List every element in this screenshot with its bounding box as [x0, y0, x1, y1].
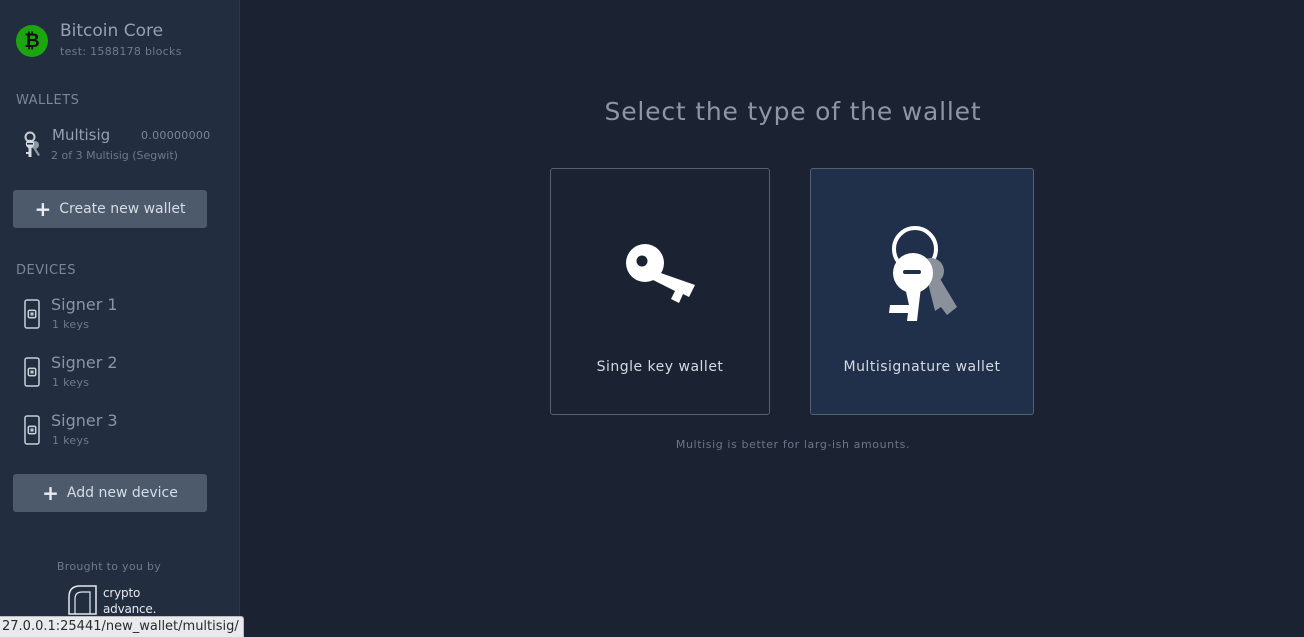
bitcoin-logo-icon: ₿ — [16, 25, 48, 57]
multiple-keys-icon — [889, 226, 957, 321]
create-new-wallet-button[interactable]: + Create new wallet — [13, 190, 207, 228]
create-new-wallet-label: Create new wallet — [59, 201, 186, 217]
device-item-signer-2[interactable]: Signer 2 1 keys — [16, 353, 216, 397]
wallet-type-hint: Multisig is better for larg-ish amounts. — [675, 438, 911, 451]
device-name: Signer 3 — [51, 411, 118, 430]
device-item-signer-3[interactable]: Signer 3 1 keys — [16, 411, 216, 455]
crypto-advance-logo[interactable]: crypto advance. — [66, 583, 156, 617]
wallet-name: Multisig — [52, 126, 111, 144]
device-keys: 1 keys — [52, 318, 90, 331]
app-title: Bitcoin Core — [60, 21, 164, 41]
multisignature-wallet-card[interactable]: Multisignature wallet — [810, 168, 1034, 415]
crypto-advance-mark-icon — [68, 585, 97, 615]
plus-icon: + — [42, 481, 59, 505]
multisig-keys-icon — [24, 131, 40, 157]
add-new-device-button[interactable]: + Add new device — [13, 474, 207, 512]
wallet-description: 2 of 3 Multisig (Segwit) — [51, 149, 178, 162]
device-name: Signer 2 — [51, 353, 118, 372]
device-name: Signer 1 — [51, 295, 118, 314]
sync-status: test: 1588178 blocks — [60, 45, 182, 58]
page-title: Select the type of the wallet — [604, 97, 982, 126]
devices-section-title: DEVICES — [16, 263, 76, 278]
brought-to-you-by: Brought to you by — [56, 560, 162, 573]
wallet-item-multisig[interactable]: Multisig 0.00000000 2 of 3 Multisig (Seg… — [16, 124, 216, 166]
hardware-device-icon — [24, 415, 40, 445]
single-key-wallet-label: Single key wallet — [596, 359, 724, 375]
device-keys: 1 keys — [52, 376, 90, 389]
add-new-device-label: Add new device — [66, 485, 178, 501]
multisignature-wallet-label: Multisignature wallet — [843, 359, 1001, 375]
hardware-device-icon — [24, 299, 40, 329]
plus-icon: + — [34, 197, 52, 221]
hardware-device-icon — [24, 357, 40, 387]
single-key-wallet-card[interactable]: Single key wallet — [550, 168, 770, 415]
wallet-balance: 0.00000000 — [141, 129, 211, 142]
device-keys: 1 keys — [52, 434, 90, 447]
single-key-icon — [626, 244, 695, 303]
main-content: Select the type of the wallet Single key… — [240, 0, 1304, 637]
sponsor-line-2: advance. — [103, 602, 157, 616]
wallets-section-title: WALLETS — [16, 93, 80, 108]
browser-status-url: 27.0.0.1:25441/new_wallet/multisig/ — [0, 616, 244, 637]
sponsor-line-1: crypto — [103, 586, 141, 600]
sidebar: ₿ Bitcoin Core test: 1588178 blocks WALL… — [0, 0, 240, 637]
device-item-signer-1[interactable]: Signer 1 1 keys — [16, 295, 216, 339]
